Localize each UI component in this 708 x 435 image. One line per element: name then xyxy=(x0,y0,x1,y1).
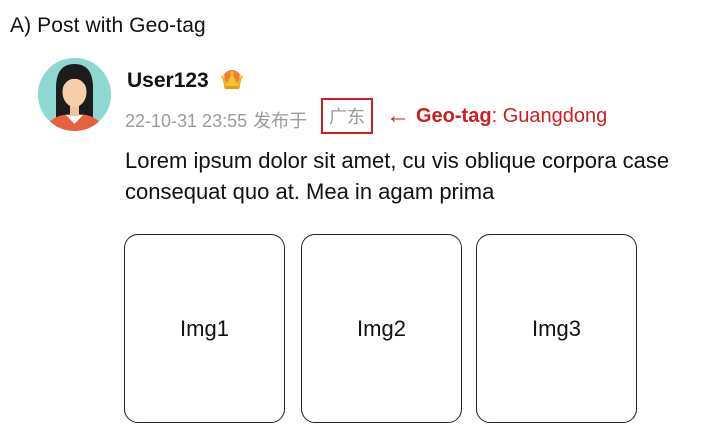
published-from-label: 发布于 xyxy=(253,111,308,131)
username[interactable]: User123 xyxy=(127,69,209,93)
post-timestamp: 22-10-31 23:55 xyxy=(125,111,248,131)
image-placeholder-2[interactable]: Img2 xyxy=(301,234,462,423)
image-placeholder-1[interactable]: Img1 xyxy=(124,234,285,423)
crown-icon xyxy=(219,68,245,92)
image-placeholder-3[interactable]: Img3 xyxy=(476,234,637,423)
annotation-value: Guangdong xyxy=(502,104,608,127)
geo-tag-location[interactable]: 广东 xyxy=(321,98,373,134)
left-arrow-icon: ← xyxy=(386,102,410,129)
image-label: Img2 xyxy=(357,315,406,341)
avatar-woman-icon xyxy=(38,58,111,131)
figure-heading: A) Post with Geo-tag xyxy=(10,14,206,37)
post-body: Lorem ipsum dolor sit amet, cu vis obliq… xyxy=(125,148,670,204)
post-meta: 22-10-31 23:55 发布于 xyxy=(125,107,307,133)
annotation-separator: : xyxy=(491,104,503,127)
avatar[interactable] xyxy=(38,58,111,131)
geo-tag-annotation: ← Geo-tag: Guangdong xyxy=(386,104,607,128)
image-label: Img1 xyxy=(180,315,229,341)
image-label: Img3 xyxy=(532,315,581,341)
geo-tag-text: 广东 xyxy=(329,107,365,127)
annotation-label: Geo-tag xyxy=(416,104,492,127)
